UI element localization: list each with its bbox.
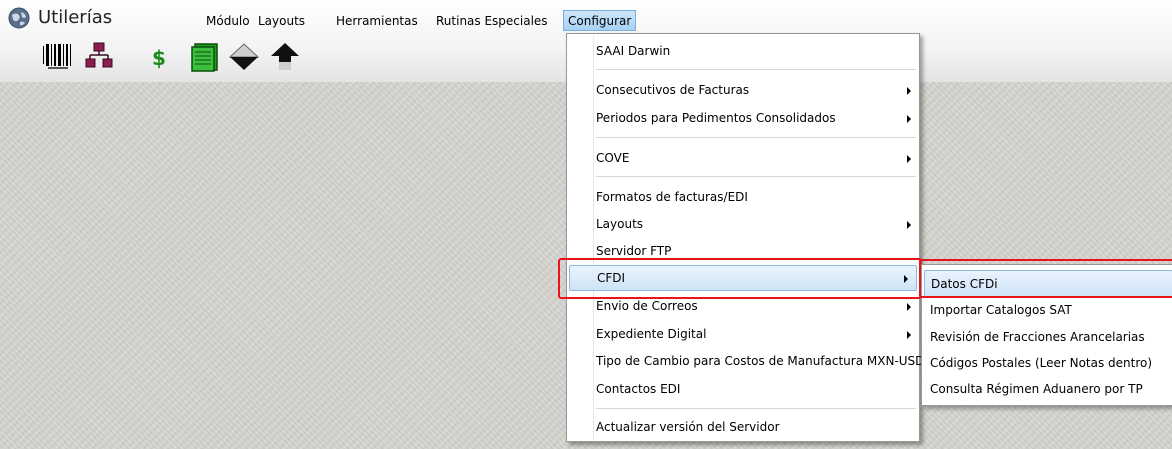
menu-item-saai-darwin[interactable]: SAAI Darwin (567, 39, 919, 63)
submenu-arrow-icon (907, 221, 911, 229)
menu-layouts[interactable]: Layouts (258, 12, 305, 30)
menu-item-cove[interactable]: COVE (567, 146, 919, 170)
submenu-item-label: Códigos Postales (Leer Notas dentro) (930, 356, 1153, 370)
menu-item-label: SAAI Darwin (596, 44, 671, 58)
submenu-item-label: Consulta Régimen Aduanero por TP (930, 382, 1143, 396)
menu-modulo[interactable]: Módulo (206, 12, 250, 30)
cfdi-submenu: Datos CFDi Importar Catalogos SAT Revisi… (921, 264, 1172, 406)
menu-herramientas[interactable]: Herramientas (336, 12, 418, 30)
submenu-item-label: Revisión de Fracciones Arancelarias (930, 330, 1145, 344)
svg-text:$: $ (152, 46, 166, 70)
submenu-item-importar-catalogos[interactable]: Importar Catalogos SAT (922, 297, 1172, 323)
menu-item-consecutivos-facturas[interactable]: Consecutivos de Facturas (567, 78, 919, 102)
menu-item-label: Envio de Correos (596, 299, 698, 313)
menu-separator (596, 137, 916, 138)
submenu-arrow-icon (907, 155, 911, 163)
menu-separator (596, 69, 916, 70)
menu-item-label: Contactos EDI (596, 382, 681, 396)
menu-item-label: Periodos para Pedimentos Consolidados (596, 111, 836, 125)
org-chart-icon[interactable] (82, 40, 116, 74)
submenu-item-label: Datos CFDi (931, 277, 998, 291)
submenu-item-consulta-regimen[interactable]: Consulta Régimen Aduanero por TP (922, 376, 1172, 402)
menu-item-contactos-edi[interactable]: Contactos EDI (567, 377, 919, 401)
submenu-arrow-icon (907, 87, 911, 95)
menu-item-label: Consecutivos de Facturas (596, 83, 750, 97)
menu-item-tipo-cambio[interactable]: Tipo de Cambio para Costos de Manufactur… (567, 349, 924, 373)
menu-item-actualizar-version[interactable]: Actualizar versión del Servidor (567, 415, 919, 439)
menu-item-cfdi[interactable]: CFDI (569, 265, 917, 291)
ledger-icon[interactable] (190, 40, 222, 74)
menu-item-expediente-digital[interactable]: Expediente Digital (567, 322, 919, 346)
menu-separator (596, 408, 916, 409)
menu-item-envio-correos[interactable]: Envio de Correos (567, 294, 919, 318)
barcode-icon[interactable] (40, 40, 76, 74)
globe-icon (8, 7, 30, 29)
app-title: Utilerías (38, 7, 113, 28)
submenu-item-codigos-postales[interactable]: Códigos Postales (Leer Notas dentro) (922, 350, 1172, 376)
submenu-arrow-icon (907, 331, 911, 339)
menu-separator (596, 176, 916, 177)
dollar-icon[interactable]: $ (150, 40, 170, 74)
menu-item-formatos-facturas[interactable]: Formatos de facturas/EDI (567, 185, 919, 209)
submenu-item-datos-cfdi[interactable]: Datos CFDi (924, 270, 1172, 298)
submenu-arrow-icon (907, 303, 911, 311)
submenu-arrow-icon (907, 115, 911, 123)
menu-item-label: CFDI (597, 271, 626, 285)
menu-rutinas-especiales[interactable]: Rutinas Especiales (436, 12, 548, 30)
arrow-down-icon[interactable] (226, 40, 262, 74)
submenu-item-label: Importar Catalogos SAT (930, 303, 1072, 317)
menu-configurar[interactable]: Configurar (563, 10, 637, 31)
menu-item-label: Actualizar versión del Servidor (596, 420, 780, 434)
menu-item-label: Expediente Digital (596, 327, 707, 341)
menu-item-label: Formatos de facturas/EDI (596, 190, 748, 204)
submenu-item-revision-fracciones[interactable]: Revisión de Fracciones Arancelarias (922, 324, 1172, 350)
submenu-arrow-icon (904, 275, 908, 283)
menu-item-label: Tipo de Cambio para Costos de Manufactur… (596, 354, 925, 368)
menu-item-label: Layouts (596, 217, 644, 231)
menu-item-label: Servidor FTP (596, 244, 672, 258)
arrow-up-icon[interactable] (268, 40, 302, 74)
menu-item-servidor-ftp[interactable]: Servidor FTP (567, 239, 919, 263)
menu-item-layouts[interactable]: Layouts (567, 212, 919, 236)
menu-item-periodos-pedimentos[interactable]: Periodos para Pedimentos Consolidados (567, 106, 919, 130)
menu-item-label: COVE (596, 151, 630, 165)
configurar-dropdown: SAAI Darwin Consecutivos de Facturas Per… (566, 33, 924, 442)
